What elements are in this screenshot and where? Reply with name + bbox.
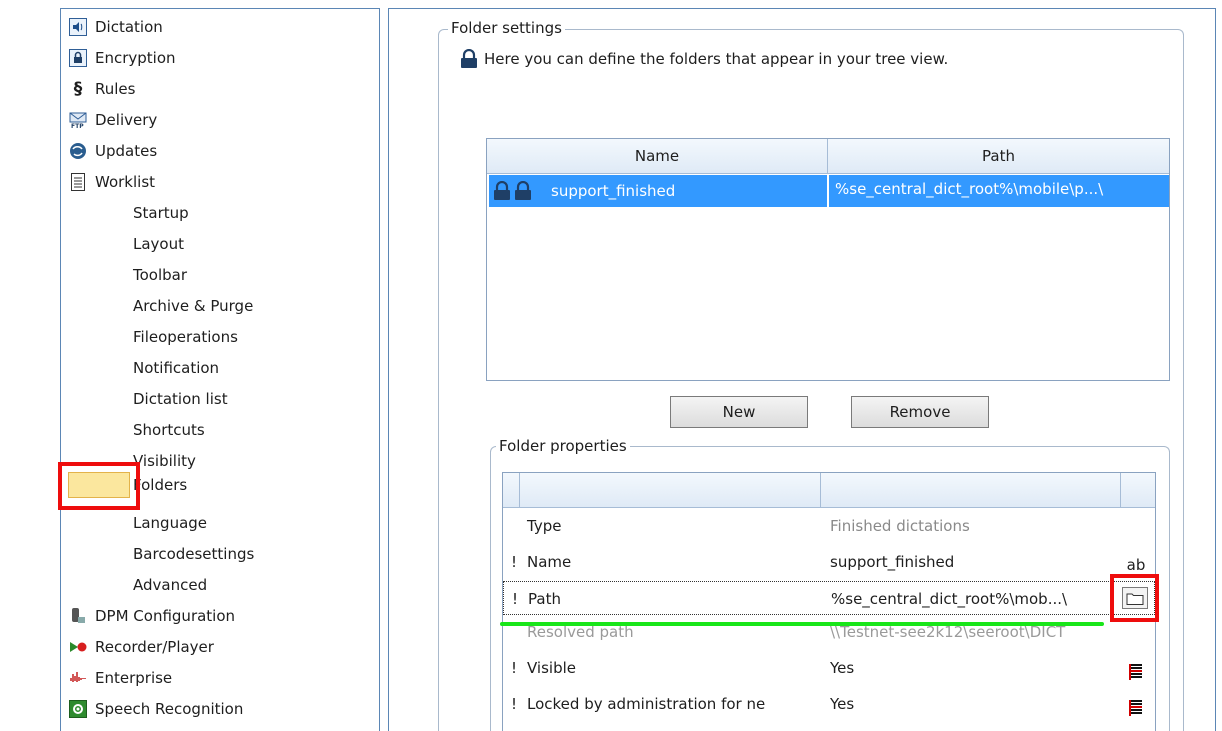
column-header-path[interactable]: Path: [828, 139, 1169, 173]
folder-settings-title: Folder settings: [448, 19, 565, 37]
dpm-device-icon: [69, 607, 87, 625]
property-prefix: !: [511, 553, 518, 571]
padlock-icon: [493, 180, 511, 205]
ftp-mail-icon: FTP: [69, 111, 87, 129]
property-value: support_finished: [830, 553, 955, 571]
tree-item-language[interactable]: Language: [133, 510, 207, 536]
property-prefix: !: [511, 659, 518, 677]
tree-item-delivery[interactable]: FTP Delivery: [69, 107, 157, 133]
property-label: Locked by administration for ne: [527, 695, 766, 713]
section-sign-icon: §: [73, 79, 83, 99]
tree-item-dictation[interactable]: Dictation: [69, 14, 163, 40]
folders-grid-header: Name Path: [487, 139, 1169, 174]
tree-item-label: Delivery: [95, 111, 158, 129]
annotation-underline: [500, 622, 1104, 626]
folder-settings-description: Here you can define the folders that app…: [460, 49, 948, 69]
tree-item-rules[interactable]: § Rules: [69, 76, 136, 102]
property-value: Yes: [830, 695, 855, 713]
tree-item-speech-recognition[interactable]: Speech Recognition: [69, 696, 243, 722]
settings-tree: Dictation Encryption § Rules FTP Deliver…: [60, 8, 380, 731]
tree-item-archive-purge[interactable]: Archive & Purge: [133, 293, 253, 319]
tree-item-visibility[interactable]: Visibility: [133, 448, 196, 474]
padlock-icon: [69, 49, 87, 67]
property-prefix: !: [511, 695, 518, 713]
property-label: Type: [527, 517, 562, 535]
document-list-icon: [69, 173, 87, 191]
description-text: Here you can define the folders that app…: [484, 50, 949, 68]
tree-item-dpm-configuration[interactable]: DPM Configuration: [69, 603, 235, 629]
tree-item-label: Worklist: [95, 173, 156, 191]
tree-item-shortcuts[interactable]: Shortcuts: [133, 417, 205, 443]
tree-item-label: Speech Recognition: [95, 700, 244, 718]
padlock-icon: [460, 49, 478, 69]
dropdown-list-icon[interactable]: [1123, 695, 1149, 729]
tree-item-layout[interactable]: Layout: [133, 231, 184, 257]
tree-item-label: Dictation: [95, 18, 163, 36]
property-row-visible[interactable]: ! Visible Yes: [503, 651, 1155, 685]
tree-item-updates[interactable]: Updates: [69, 138, 157, 164]
folder-properties-title: Folder properties: [496, 437, 630, 455]
tree-item-startup[interactable]: Startup: [133, 200, 189, 226]
speaker-icon: [69, 18, 87, 36]
properties-header: [503, 473, 1155, 508]
tree-item-encryption[interactable]: Encryption: [69, 45, 176, 71]
highlight-box-folders: [58, 462, 140, 510]
tree-item-label: Recorder/Player: [95, 638, 214, 656]
property-label: Name: [527, 553, 572, 571]
tree-item-advanced[interactable]: Advanced: [133, 572, 207, 598]
folders-grid[interactable]: Name Path support_finished %se_central_d…: [486, 138, 1170, 381]
folder-properties-grid: Type Finished dictations ! Name support_…: [502, 472, 1156, 731]
tree-item-worklist[interactable]: Worklist: [69, 169, 155, 195]
tree-item-label: Rules: [95, 80, 136, 98]
property-value: Yes: [830, 659, 855, 677]
column-header-name[interactable]: Name: [487, 139, 828, 173]
tree-item-enterprise[interactable]: Enterprise: [69, 665, 172, 691]
folder-browse-icon[interactable]: [1122, 587, 1148, 609]
tree-item-label: DPM Configuration: [95, 607, 236, 625]
property-value: \\Testnet-see2k12\seeroot\DICT: [830, 623, 1066, 641]
property-value: Finished dictations: [830, 517, 970, 535]
tree-item-label: Enterprise: [95, 669, 173, 687]
property-row-type[interactable]: Type Finished dictations: [503, 509, 1155, 543]
tree-item-toolbar[interactable]: Toolbar: [133, 262, 187, 288]
property-row-name[interactable]: ! Name support_finished ab: [503, 545, 1155, 579]
property-label: Path: [528, 590, 561, 608]
tree-item-label: Encryption: [95, 49, 176, 67]
padlock-icon: [514, 180, 532, 205]
tree-item-folders[interactable]: Folders: [133, 472, 187, 498]
globe-update-icon: [69, 142, 87, 160]
tree-item-fileoperations[interactable]: Fileoperations: [133, 324, 238, 350]
tree-item-label: Updates: [95, 142, 158, 160]
tree-item-notification[interactable]: Notification: [133, 355, 219, 381]
property-value: %se_central_dict_root%\mob...\: [831, 590, 1068, 608]
gear-box-icon: [69, 700, 87, 718]
tree-item-barcodesettings[interactable]: Barcodesettings: [133, 541, 254, 567]
property-label: Visible: [527, 659, 576, 677]
property-row-path[interactable]: ! Path %se_central_dict_root%\mob...\: [503, 581, 1155, 615]
remove-button[interactable]: Remove: [851, 396, 989, 428]
property-row-locked[interactable]: ! Locked by administration for ne Yes: [503, 687, 1155, 721]
tree-item-recorder-player[interactable]: Recorder/Player: [69, 634, 214, 660]
recorder-player-icon: [69, 638, 87, 656]
svg-text:FTP: FTP: [71, 123, 84, 129]
waveform-icon: [69, 669, 87, 687]
tree-item-dictation-list[interactable]: Dictation list: [133, 386, 228, 412]
property-prefix: !: [512, 590, 519, 608]
property-label: Resolved path: [527, 623, 634, 641]
property-row-resolved-path[interactable]: Resolved path \\Testnet-see2k12\seeroot\…: [503, 615, 1155, 649]
new-button[interactable]: New: [670, 396, 808, 428]
folder-path-cell: %se_central_dict_root%\mobile\p...\: [835, 180, 1104, 198]
folder-row-support-finished[interactable]: support_finished %se_central_dict_root%\…: [489, 175, 1169, 207]
folder-name-cell: support_finished: [551, 182, 676, 200]
